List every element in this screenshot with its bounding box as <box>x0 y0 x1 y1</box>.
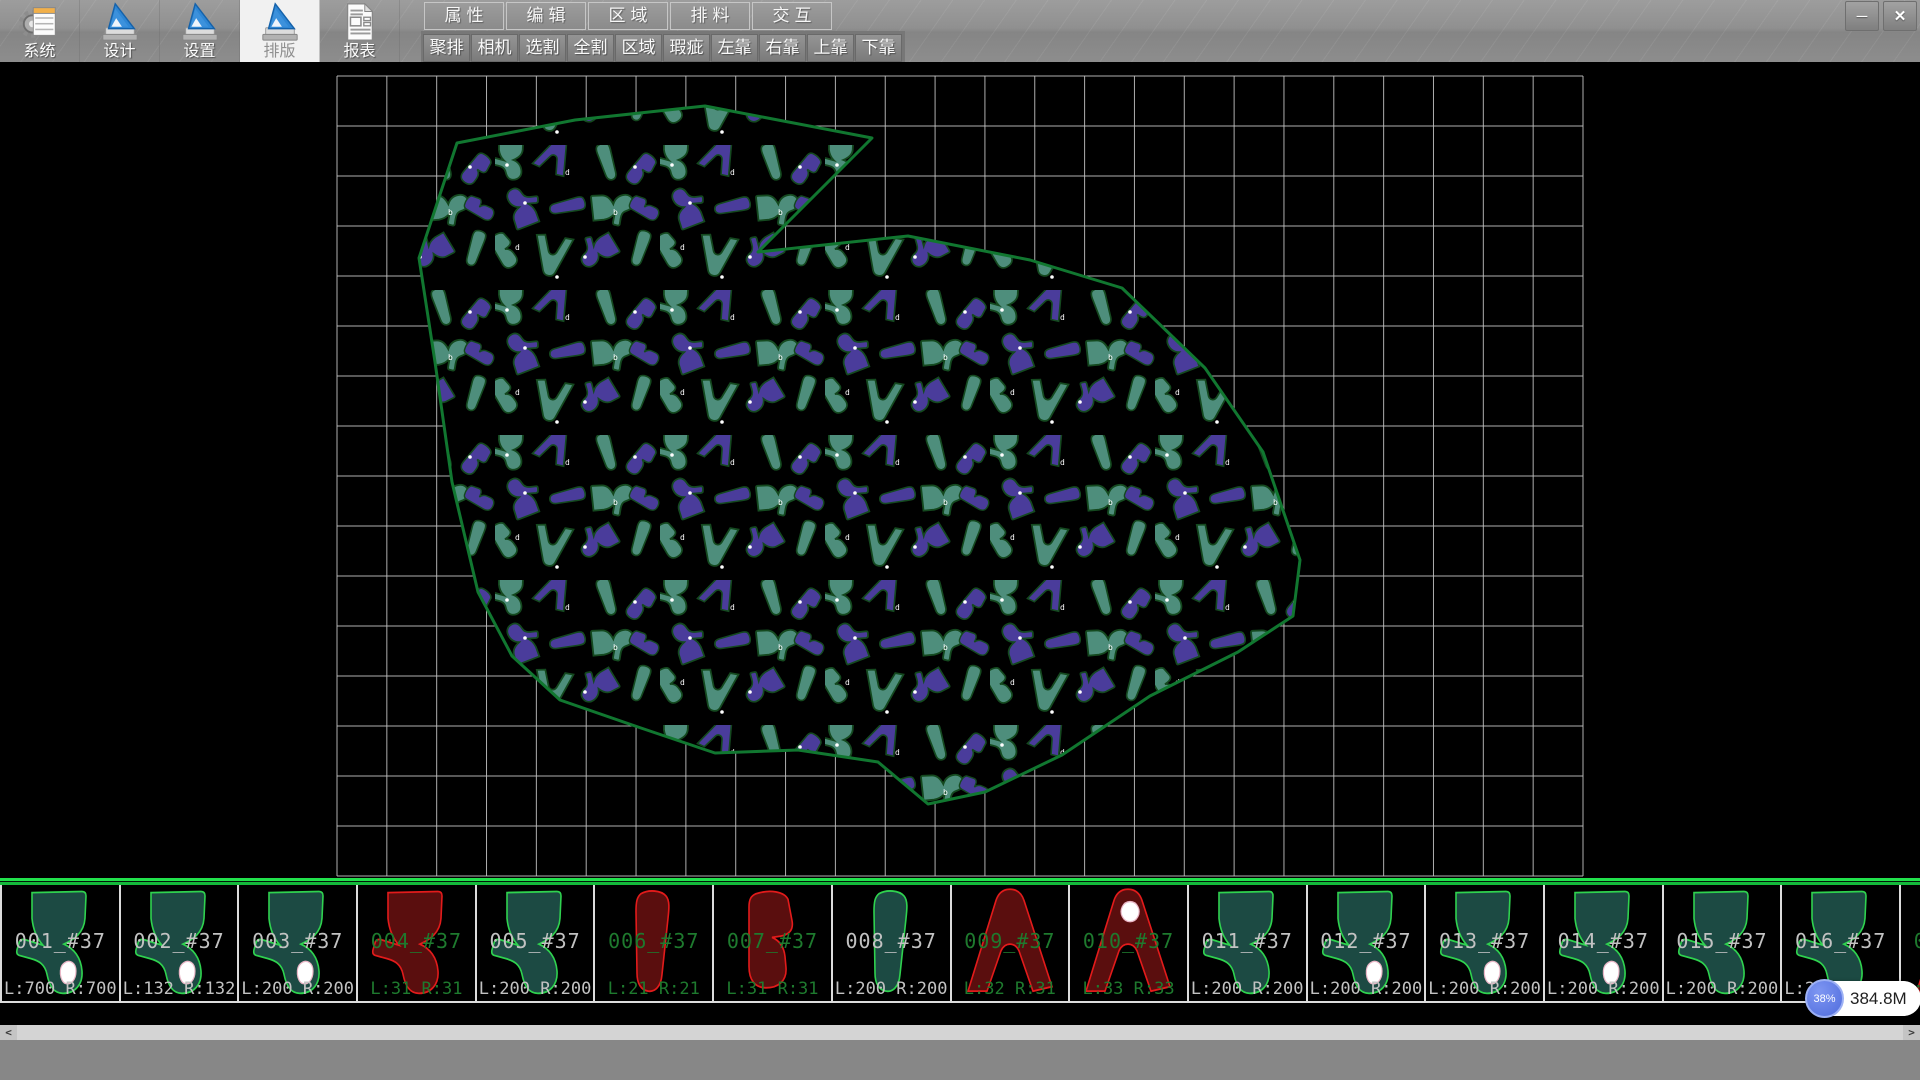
piece-thumbnail-007_#37[interactable]: 007_#37 L:31 R:31 <box>714 885 833 1001</box>
tool-button-defect[interactable]: 瑕疵 <box>663 34 710 62</box>
piece-lr-count: L:200 R:200 <box>1308 979 1425 999</box>
nesting-canvas[interactable]: dbd <box>0 62 1920 878</box>
status-bar <box>0 1040 1920 1080</box>
piece-lr-count: L:200 R:200 <box>477 979 594 999</box>
ruler-icon <box>259 1 301 43</box>
tool-button-snap-top[interactable]: 上靠 <box>807 34 854 62</box>
piece-lr-count: L:21 R:21 <box>595 979 712 999</box>
piece-id-label: 004_#37 <box>358 929 475 953</box>
tool-button-cut-all[interactable]: 全割 <box>567 34 614 62</box>
progress-percent: 38% <box>1813 993 1835 1005</box>
gear-icon <box>19 1 61 43</box>
app-tab-nesting[interactable]: 排版 <box>240 0 320 62</box>
piece-thumbnail-013_#37[interactable]: 013_#37 L:200 R:200 <box>1426 885 1545 1001</box>
piece-lr-count: L:200 R:200 <box>1189 979 1306 999</box>
piece-thumbnail-001_#37[interactable]: 001_#37 L:700 R:700 <box>0 885 121 1001</box>
app-tab-label: 排版 <box>263 43 295 61</box>
piece-thumbnail-006_#37[interactable]: 006_#37 L:21 R:21 <box>595 885 714 1001</box>
piece-lr-count: L:700 R:700 <box>2 979 119 999</box>
piece-id-label: 013_#37 <box>1426 929 1543 953</box>
tool-button-snap-right[interactable]: 右靠 <box>759 34 806 62</box>
strip-top-border <box>0 878 1920 885</box>
piece-lr-count: L:31 R:31 <box>714 979 831 999</box>
tool-button-camera[interactable]: 相机 <box>471 34 518 62</box>
leather-hide[interactable] <box>419 106 1300 804</box>
piece-id-label: 008_#37 <box>833 929 950 953</box>
progress-percent-badge: 38% <box>1805 979 1844 1018</box>
piece-id-label: 015_#37 <box>1664 929 1781 953</box>
menu-tab-properties[interactable]: 属性 <box>424 2 504 30</box>
piece-lr-count: L:31 R:31 <box>358 979 475 999</box>
app-tab-label: 设置 <box>183 43 215 61</box>
tool-button-select-cut[interactable]: 选割 <box>519 34 566 62</box>
tool-button-region[interactable]: 区域 <box>615 34 662 62</box>
titlebar: 系统设计设置排版报表 属性编辑区域排料交互 聚排相机选割全割区域瑕疵左靠右靠上靠… <box>0 0 1920 62</box>
menu-tab-bar: 属性编辑区域排料交互 <box>424 2 832 30</box>
app-tab-settings[interactable]: 设置 <box>160 0 240 62</box>
piece-thumbnail-010_#37[interactable]: 010_#37 L:33 R:33 <box>1070 885 1189 1001</box>
piece-thumbnail-003_#37[interactable]: 003_#37 L:200 R:200 <box>239 885 358 1001</box>
menu-tab-nest[interactable]: 排料 <box>670 2 750 30</box>
app-tab-design[interactable]: 设计 <box>80 0 160 62</box>
canvas-drawing: dbd <box>0 62 1920 878</box>
piece-id-label: 017_#37 <box>1901 929 1920 953</box>
ruler-icon <box>99 1 141 43</box>
menu-tab-edit[interactable]: 编辑 <box>506 2 586 30</box>
app-tab-report[interactable]: 报表 <box>320 0 400 62</box>
piece-id-label: 011_#37 <box>1189 929 1306 953</box>
report-icon <box>339 1 381 43</box>
close-button[interactable]: ✕ <box>1883 1 1917 31</box>
piece-thumbnail-009_#37[interactable]: 009_#37 L:32 R:31 <box>952 885 1071 1001</box>
ruler-icon <box>179 1 221 43</box>
piece-id-label: 003_#37 <box>239 929 356 953</box>
piece-thumbnail-014_#37[interactable]: 014_#37 L:200 R:200 <box>1545 885 1664 1001</box>
memory-status-chip[interactable]: 38% 384.8M <box>1808 981 1920 1016</box>
piece-id-label: 016_#37 <box>1782 929 1899 953</box>
piece-thumbnail-008_#37[interactable]: 008_#37 L:200 R:200 <box>833 885 952 1001</box>
piece-thumbnail-015_#37[interactable]: 015_#37 L:200 R:200 <box>1664 885 1783 1001</box>
piece-thumbnail-002_#37[interactable]: 002_#37 L:132 R:132 <box>121 885 240 1001</box>
piece-lr-count: L:132 R:132 <box>121 979 238 999</box>
piece-lr-count: L:200 R:200 <box>1664 979 1781 999</box>
tool-button-bar: 聚排相机选割全割区域瑕疵左靠右靠上靠下靠 <box>421 31 905 64</box>
tool-button-snap-left[interactable]: 左靠 <box>711 34 758 62</box>
piece-id-label: 009_#37 <box>952 929 1069 953</box>
piece-id-label: 002_#37 <box>121 929 238 953</box>
piece-lr-count: L:32 R:31 <box>952 979 1069 999</box>
piece-id-label: 014_#37 <box>1545 929 1662 953</box>
menu-tab-region[interactable]: 区域 <box>588 2 668 30</box>
menu-tab-interact[interactable]: 交互 <box>752 2 832 30</box>
piece-lr-count: L:200 R:200 <box>1426 979 1543 999</box>
app-tab-label: 设计 <box>103 43 135 61</box>
piece-lr-count: L:200 R:200 <box>239 979 356 999</box>
scrollbar-left-button[interactable]: < <box>0 1025 17 1040</box>
piece-lr-count: L:33 R:33 <box>1070 979 1187 999</box>
piece-lr-count: L:200 R:200 <box>1545 979 1662 999</box>
piece-id-label: 010_#37 <box>1070 929 1187 953</box>
piece-thumbnail-005_#37[interactable]: 005_#37 L:200 R:200 <box>477 885 596 1001</box>
minimize-button[interactable]: ─ <box>1845 1 1879 31</box>
app-tab-label: 报表 <box>343 43 375 61</box>
memory-value: 384.8M <box>1850 989 1907 1009</box>
app-tab-label: 系统 <box>23 43 55 61</box>
piece-id-label: 012_#37 <box>1308 929 1425 953</box>
piece-id-label: 001_#37 <box>2 929 119 953</box>
app-icon-bar: 系统 设计 设置 排版 报表 <box>0 0 400 62</box>
tool-button-cluster-nest[interactable]: 聚排 <box>423 34 470 62</box>
piece-id-label: 005_#37 <box>477 929 594 953</box>
strip-cells: 001_#37L:700 R:700002_#37L:132 R:132003_… <box>0 885 1920 1003</box>
scrollbar-right-button[interactable]: > <box>1903 1025 1920 1040</box>
tool-button-snap-bottom[interactable]: 下靠 <box>855 34 902 62</box>
piece-thumbnail-strip: 001_#37L:700 R:700002_#37L:132 R:132003_… <box>0 878 1920 1005</box>
piece-id-label: 007_#37 <box>714 929 831 953</box>
window-controls: ─ ✕ <box>1845 1 1917 31</box>
piece-thumbnail-011_#37[interactable]: 011_#37 L:200 R:200 <box>1189 885 1308 1001</box>
piece-thumbnail-004_#37[interactable]: 004_#37 L:31 R:31 <box>358 885 477 1001</box>
horizontal-scrollbar[interactable]: < > <box>0 1025 1920 1040</box>
piece-lr-count: L:200 R:200 <box>833 979 950 999</box>
piece-id-label: 006_#37 <box>595 929 712 953</box>
app-tab-system[interactable]: 系统 <box>0 0 80 62</box>
piece-thumbnail-012_#37[interactable]: 012_#37 L:200 R:200 <box>1308 885 1427 1001</box>
